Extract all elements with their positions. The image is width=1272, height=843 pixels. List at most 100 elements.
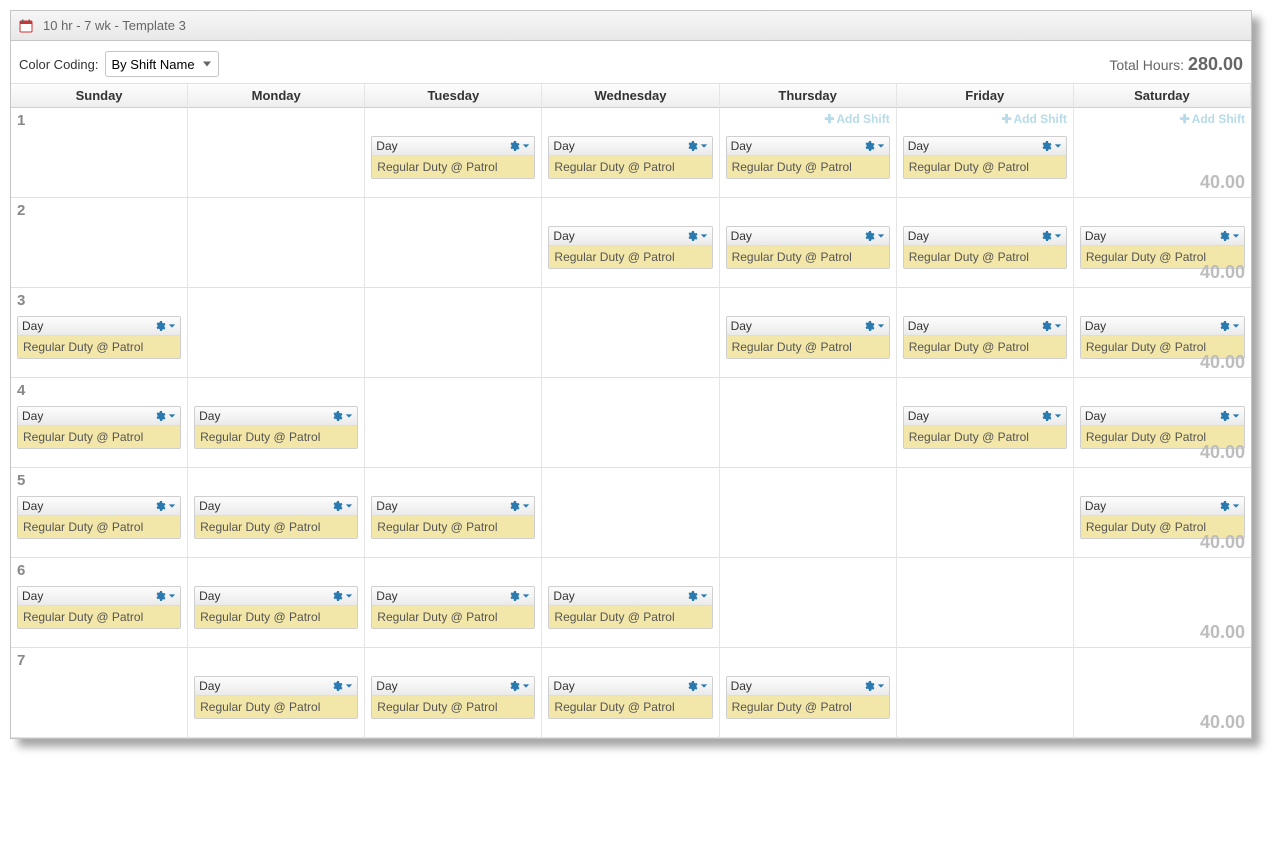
schedule-cell[interactable]: 40.00: [1074, 648, 1251, 738]
shift-gear-menu[interactable]: [863, 680, 885, 692]
add-shift-button[interactable]: ✚ Add Shift: [824, 112, 889, 126]
schedule-cell[interactable]: [897, 648, 1074, 738]
shift-gear-menu[interactable]: [1040, 140, 1062, 152]
schedule-cell[interactable]: [542, 288, 719, 378]
shift-card[interactable]: DayRegular Duty @ Patrol: [194, 586, 358, 629]
schedule-cell[interactable]: DayRegular Duty @ Patrol: [542, 558, 719, 648]
shift-gear-menu[interactable]: [863, 320, 885, 332]
schedule-cell[interactable]: DayRegular Duty @ Patrol: [720, 198, 897, 288]
schedule-cell[interactable]: 3DayRegular Duty @ Patrol: [11, 288, 188, 378]
shift-gear-menu[interactable]: [1218, 230, 1240, 242]
shift-gear-menu[interactable]: [1218, 500, 1240, 512]
schedule-cell[interactable]: DayRegular Duty @ Patrol: [720, 288, 897, 378]
schedule-cell[interactable]: [365, 198, 542, 288]
schedule-cell[interactable]: [897, 468, 1074, 558]
shift-gear-menu[interactable]: [331, 590, 353, 602]
schedule-cell[interactable]: [542, 468, 719, 558]
schedule-cell[interactable]: [542, 378, 719, 468]
shift-gear-menu[interactable]: [1040, 230, 1062, 242]
schedule-cell[interactable]: DayRegular Duty @ Patrol40.00: [1074, 288, 1251, 378]
shift-gear-menu[interactable]: [686, 590, 708, 602]
schedule-cell[interactable]: [188, 198, 365, 288]
shift-card[interactable]: DayRegular Duty @ Patrol: [371, 586, 535, 629]
schedule-cell[interactable]: DayRegular Duty @ Patrol: [897, 198, 1074, 288]
shift-gear-menu[interactable]: [686, 140, 708, 152]
shift-gear-menu[interactable]: [331, 500, 353, 512]
color-coding-select[interactable]: By Shift Name: [105, 51, 219, 77]
shift-gear-menu[interactable]: [508, 590, 530, 602]
shift-card[interactable]: DayRegular Duty @ Patrol: [194, 676, 358, 719]
schedule-cell[interactable]: DayRegular Duty @ Patrol: [188, 378, 365, 468]
shift-gear-menu[interactable]: [508, 680, 530, 692]
shift-card[interactable]: DayRegular Duty @ Patrol: [371, 676, 535, 719]
schedule-cell[interactable]: 1: [11, 108, 188, 198]
schedule-cell[interactable]: [720, 378, 897, 468]
shift-card[interactable]: DayRegular Duty @ Patrol: [371, 496, 535, 539]
schedule-cell[interactable]: DayRegular Duty @ Patrol: [542, 648, 719, 738]
shift-card[interactable]: DayRegular Duty @ Patrol: [726, 316, 890, 359]
shift-card[interactable]: DayRegular Duty @ Patrol: [903, 406, 1067, 449]
schedule-cell[interactable]: ✚ Add Shift DayRegular Duty @ Patrol: [720, 108, 897, 198]
schedule-cell[interactable]: [897, 558, 1074, 648]
add-shift-button[interactable]: ✚ Add Shift: [1001, 112, 1066, 126]
shift-card[interactable]: DayRegular Duty @ Patrol: [371, 136, 535, 179]
schedule-cell[interactable]: 4DayRegular Duty @ Patrol: [11, 378, 188, 468]
shift-card[interactable]: DayRegular Duty @ Patrol: [903, 316, 1067, 359]
schedule-cell[interactable]: DayRegular Duty @ Patrol: [188, 648, 365, 738]
schedule-cell[interactable]: 2: [11, 198, 188, 288]
shift-gear-menu[interactable]: [331, 680, 353, 692]
schedule-cell[interactable]: [365, 288, 542, 378]
schedule-cell[interactable]: 5DayRegular Duty @ Patrol: [11, 468, 188, 558]
shift-gear-menu[interactable]: [154, 500, 176, 512]
schedule-cell[interactable]: DayRegular Duty @ Patrol40.00: [1074, 378, 1251, 468]
schedule-cell[interactable]: 40.00: [1074, 558, 1251, 648]
shift-card[interactable]: DayRegular Duty @ Patrol: [726, 136, 890, 179]
schedule-cell[interactable]: DayRegular Duty @ Patrol: [542, 198, 719, 288]
shift-gear-menu[interactable]: [686, 230, 708, 242]
shift-gear-menu[interactable]: [154, 590, 176, 602]
shift-card[interactable]: DayRegular Duty @ Patrol: [17, 406, 181, 449]
schedule-cell[interactable]: ✚ Add Shift40.00: [1074, 108, 1251, 198]
shift-card[interactable]: DayRegular Duty @ Patrol: [194, 406, 358, 449]
schedule-cell[interactable]: DayRegular Duty @ Patrol: [897, 378, 1074, 468]
shift-card[interactable]: DayRegular Duty @ Patrol: [548, 226, 712, 269]
schedule-cell[interactable]: DayRegular Duty @ Patrol: [720, 648, 897, 738]
schedule-cell[interactable]: DayRegular Duty @ Patrol: [897, 288, 1074, 378]
shift-gear-menu[interactable]: [863, 140, 885, 152]
schedule-cell[interactable]: [720, 468, 897, 558]
shift-gear-menu[interactable]: [1040, 320, 1062, 332]
shift-gear-menu[interactable]: [686, 680, 708, 692]
shift-gear-menu[interactable]: [1218, 410, 1240, 422]
schedule-cell[interactable]: DayRegular Duty @ Patrol: [188, 558, 365, 648]
schedule-cell[interactable]: ✚ Add Shift DayRegular Duty @ Patrol: [897, 108, 1074, 198]
shift-gear-menu[interactable]: [331, 410, 353, 422]
shift-card[interactable]: DayRegular Duty @ Patrol: [548, 136, 712, 179]
schedule-cell[interactable]: DayRegular Duty @ Patrol: [365, 468, 542, 558]
schedule-cell[interactable]: 6DayRegular Duty @ Patrol: [11, 558, 188, 648]
schedule-cell[interactable]: [188, 108, 365, 198]
shift-card[interactable]: DayRegular Duty @ Patrol: [194, 496, 358, 539]
schedule-cell[interactable]: DayRegular Duty @ Patrol40.00: [1074, 198, 1251, 288]
schedule-cell[interactable]: [188, 288, 365, 378]
schedule-cell[interactable]: DayRegular Duty @ Patrol: [542, 108, 719, 198]
shift-card[interactable]: DayRegular Duty @ Patrol: [17, 496, 181, 539]
shift-card[interactable]: DayRegular Duty @ Patrol: [903, 136, 1067, 179]
add-shift-button[interactable]: ✚ Add Shift: [1180, 112, 1245, 126]
shift-card[interactable]: DayRegular Duty @ Patrol: [17, 586, 181, 629]
shift-card[interactable]: DayRegular Duty @ Patrol: [726, 676, 890, 719]
shift-card[interactable]: DayRegular Duty @ Patrol: [548, 586, 712, 629]
shift-gear-menu[interactable]: [1040, 410, 1062, 422]
schedule-cell[interactable]: [365, 378, 542, 468]
schedule-cell[interactable]: DayRegular Duty @ Patrol: [365, 108, 542, 198]
shift-card[interactable]: DayRegular Duty @ Patrol: [548, 676, 712, 719]
schedule-cell[interactable]: 7: [11, 648, 188, 738]
shift-gear-menu[interactable]: [154, 320, 176, 332]
shift-card[interactable]: DayRegular Duty @ Patrol: [17, 316, 181, 359]
schedule-cell[interactable]: DayRegular Duty @ Patrol40.00: [1074, 468, 1251, 558]
shift-gear-menu[interactable]: [154, 410, 176, 422]
shift-gear-menu[interactable]: [508, 500, 530, 512]
shift-gear-menu[interactable]: [508, 140, 530, 152]
shift-gear-menu[interactable]: [863, 230, 885, 242]
schedule-cell[interactable]: DayRegular Duty @ Patrol: [188, 468, 365, 558]
shift-card[interactable]: DayRegular Duty @ Patrol: [903, 226, 1067, 269]
